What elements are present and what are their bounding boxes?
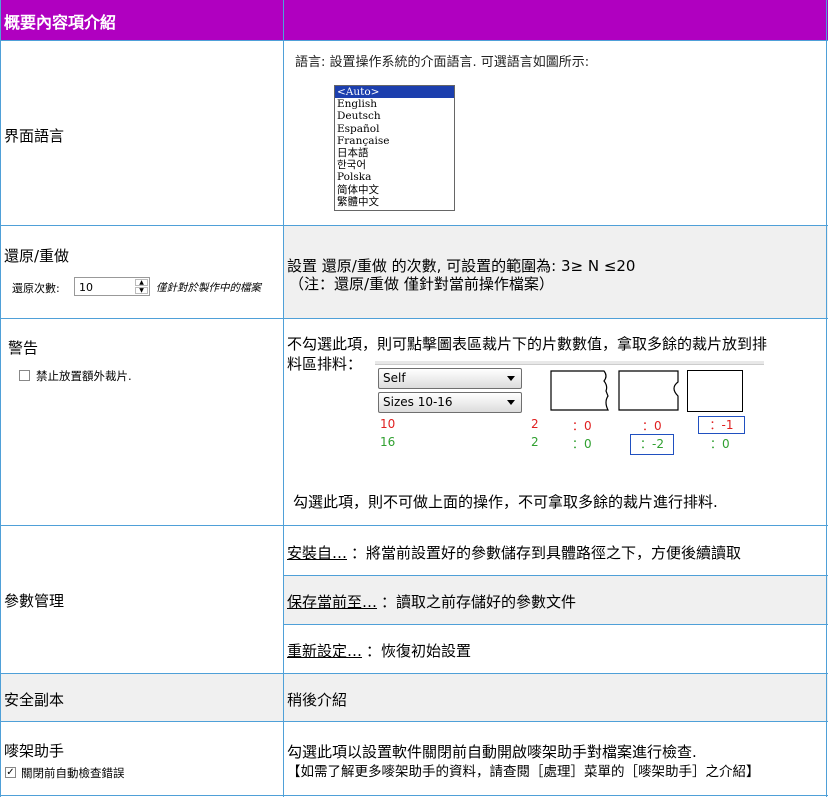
- helper-label: 嘜架助手: [4, 742, 65, 760]
- spinner-up-icon[interactable]: ▲: [135, 279, 148, 286]
- warning-desc-line1: 不勾選此項，則可點擊圖表區裁片下的片數數值，拿取多餘的裁片放到排: [287, 335, 768, 353]
- language-listbox[interactable]: <Auto> English Deutsch Español Française 日本語 한…: [334, 85, 455, 211]
- grid-h-sub: [284, 575, 828, 576]
- count-col4-b[interactable]: ：0: [710, 435, 730, 452]
- language-option[interactable]: Polska: [335, 171, 454, 183]
- warning-desc-bottom: 勾選此項，則不可做上面的操作，不可拿取多餘的裁片進行排料.: [293, 493, 718, 511]
- language-option[interactable]: Deutsch: [335, 110, 454, 122]
- extra-pieces-checkbox-label: 禁止放置額外裁片.: [36, 369, 132, 383]
- undo-count-value: 10: [79, 281, 93, 294]
- grid-h: [0, 318, 828, 319]
- count-col3-b[interactable]: ：-2: [630, 434, 674, 455]
- grid-h: [0, 225, 828, 226]
- language-option[interactable]: English: [335, 98, 454, 110]
- size-label-a: 10: [380, 417, 396, 431]
- warning-desc-line2: 料區排料：: [287, 355, 363, 373]
- undo-count-input[interactable]: 10 ▲ ▼: [74, 277, 150, 296]
- size-filter-select[interactable]: Sizes 10-16: [378, 392, 522, 413]
- size-label-b: 16: [380, 435, 396, 449]
- count-col3-a[interactable]: ：0: [642, 417, 662, 434]
- count-col1-a: 2: [531, 417, 539, 431]
- auto-check-checkbox[interactable]: ✓: [5, 767, 16, 778]
- language-option[interactable]: Française: [335, 135, 454, 147]
- helper-desc-line2: 【如需了解更多嘜架助手的資料，請查閱［處理］菜單的［嘜架助手］之介紹】: [287, 764, 760, 780]
- spinner-down-icon[interactable]: ▼: [135, 287, 148, 294]
- grid-h: [0, 673, 828, 674]
- reset-link[interactable]: 重新設定…: [287, 642, 362, 660]
- table-header: 概要內容項介紹: [0, 0, 828, 40]
- save-current-desc: ：讀取之前存儲好的參數文件: [381, 593, 577, 611]
- language-option[interactable]: 日本語: [335, 147, 454, 159]
- size-filter-value: Sizes 10-16: [383, 395, 453, 409]
- grid-h: [0, 721, 828, 722]
- row-bg-backup: [0, 673, 828, 721]
- undo-redo-label: 還原/重做: [4, 247, 70, 265]
- install-from-link[interactable]: 安裝自…: [287, 544, 347, 562]
- grid-v-left: [0, 0, 1, 797]
- undo-note: 僅針對於製作中的檔案: [156, 282, 261, 294]
- params-item1: 安裝自… ：將當前設置好的參數儲存到具體路徑之下，方便後續讀取: [287, 542, 741, 563]
- undo-count-label: 還原次數:: [12, 282, 60, 295]
- chevron-down-icon: [507, 400, 515, 405]
- ui-language-label: 界面語言: [4, 127, 65, 145]
- undo-desc-line2: （注：還原/重做 僅針對當前操作檔案）: [289, 275, 554, 293]
- language-option[interactable]: Español: [335, 123, 454, 135]
- chevron-down-icon: [507, 376, 515, 381]
- extra-pieces-checkbox[interactable]: [19, 370, 30, 381]
- auto-check-checkbox-label: 關閉前自動檢查錯誤: [21, 766, 125, 780]
- grid-v-mid: [283, 0, 284, 797]
- undo-settings-panel: 還原次數: 10 ▲ ▼ 僅針對於製作中的檔案: [6, 274, 276, 300]
- install-from-desc: ：將當前設置好的參數儲存到具體路徑之下，方便後續讀取: [351, 544, 742, 562]
- language-option[interactable]: 繁體中文: [335, 196, 454, 208]
- count-col2-a[interactable]: ：0: [572, 417, 592, 434]
- piece-shape-2: [618, 370, 679, 411]
- grid-h: [0, 795, 828, 796]
- language-option[interactable]: <Auto>: [335, 86, 454, 99]
- header-title: 概要內容項介紹: [4, 13, 117, 32]
- language-option[interactable]: 简体中文: [335, 184, 454, 196]
- params-item2: 保存當前至… ：讀取之前存儲好的參數文件: [287, 591, 576, 612]
- warning-label: 警告: [8, 339, 39, 357]
- grid-h: [0, 525, 828, 526]
- ui-language-desc: 語言: 設置操作系統的介面語言. 可選語言如圖所示:: [295, 55, 590, 70]
- count-col2-b[interactable]: ：0: [572, 435, 592, 452]
- count-col1-b: 2: [531, 435, 539, 449]
- illustration-divider: [375, 361, 764, 365]
- backup-label: 安全副本: [4, 691, 65, 709]
- count-col4-a[interactable]: ：-1: [698, 416, 745, 434]
- grid-v-right: [826, 0, 827, 797]
- grid-h-sub: [284, 624, 828, 625]
- piece-filter-value: Self: [383, 371, 406, 385]
- save-current-link[interactable]: 保存當前至…: [287, 593, 377, 611]
- piece-shape-1: [550, 370, 609, 411]
- piece-shape-3: [687, 370, 743, 412]
- helper-desc-line1: 勾選此項以設置軟件關閉前自動開啟嘜架助手對檔案進行檢查.: [287, 743, 697, 761]
- reset-desc: ：恢復初始設置: [366, 642, 472, 660]
- grid-h: [0, 40, 828, 41]
- params-item3: 重新設定… ：恢復初始設置: [287, 640, 471, 661]
- backup-desc: 稍後介紹: [287, 691, 348, 709]
- params-label: 參數管理: [4, 592, 65, 610]
- language-option[interactable]: 한국어: [335, 159, 454, 171]
- piece-filter-select[interactable]: Self: [378, 368, 522, 389]
